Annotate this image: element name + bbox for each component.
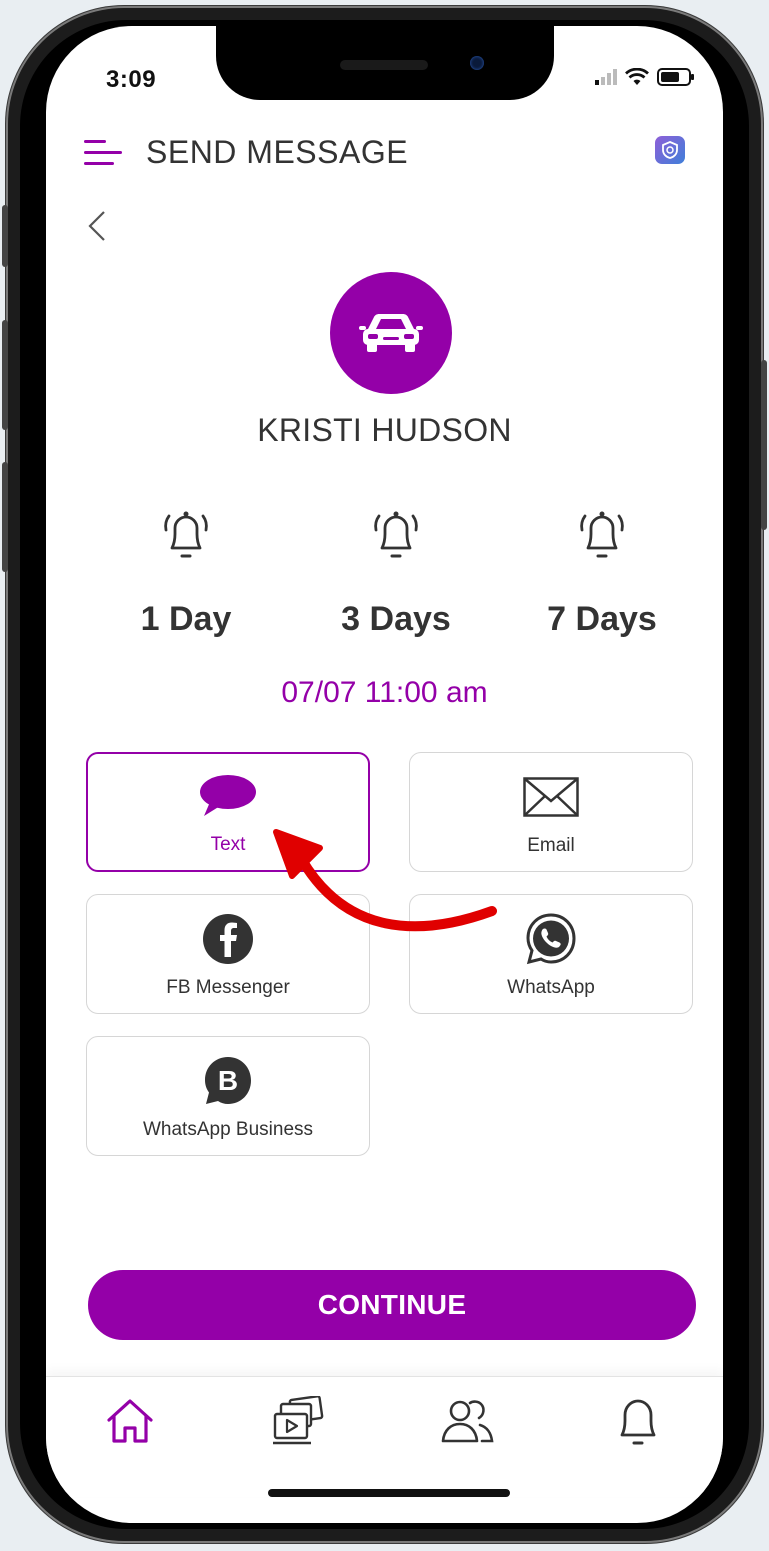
tab-contacts[interactable] xyxy=(438,1391,498,1451)
notifications-icon xyxy=(620,1399,656,1445)
signal-icon xyxy=(595,69,617,85)
notch xyxy=(216,26,554,100)
reminder-label: 7 Days xyxy=(547,600,657,638)
channel-label: Text xyxy=(210,834,246,855)
wifi-icon xyxy=(625,68,649,85)
car-icon xyxy=(359,314,423,352)
volume-down-button xyxy=(2,462,8,572)
page-title: SEND MESSAGE xyxy=(146,134,409,170)
bell-icon xyxy=(580,511,624,558)
svg-text:B: B xyxy=(218,1065,238,1096)
camera xyxy=(470,56,484,70)
facebook-icon xyxy=(203,914,253,964)
status-icons xyxy=(595,68,695,86)
reminder-label: 1 Day xyxy=(140,600,232,638)
bell-icon xyxy=(374,511,418,558)
media-icon xyxy=(273,1396,324,1445)
channel-email-option[interactable]: Email xyxy=(409,752,693,872)
tab-media[interactable] xyxy=(268,1391,328,1451)
status-time: 3:09 xyxy=(106,66,157,93)
back-chevron-icon[interactable] xyxy=(82,206,112,246)
app-header: SEND MESSAGE xyxy=(84,134,408,171)
side-button xyxy=(2,205,8,267)
bottom-tab-bar xyxy=(46,1376,723,1497)
contact-name: KRISTI HUDSON xyxy=(257,412,512,448)
battery-icon xyxy=(657,68,694,86)
menu-icon[interactable] xyxy=(84,138,124,168)
home-indicator[interactable] xyxy=(268,1489,510,1497)
app-badge-icon[interactable] xyxy=(655,136,685,164)
channel-label: WhatsApp xyxy=(507,977,595,998)
bell-icon xyxy=(164,511,208,558)
tab-home[interactable] xyxy=(100,1391,160,1451)
reminder-3-days[interactable]: 3 Days xyxy=(316,504,476,639)
volume-up-button xyxy=(2,320,8,430)
reminder-options: 1 Day 3 Days 7 Days xyxy=(106,504,686,664)
channel-label: Email xyxy=(527,835,575,856)
channel-whatsapp-business-option[interactable]: B WhatsApp Business xyxy=(86,1036,370,1156)
speaker xyxy=(340,60,428,70)
channel-label: FB Messenger xyxy=(166,977,290,998)
envelope-icon xyxy=(523,777,579,817)
tab-notifications[interactable] xyxy=(608,1391,668,1451)
contacts-icon xyxy=(441,1400,494,1443)
home-icon xyxy=(107,1399,153,1443)
channel-text-option[interactable]: Text xyxy=(86,752,370,872)
continue-button[interactable]: CONTINUE xyxy=(88,1270,696,1340)
whatsapp-icon xyxy=(526,913,576,965)
channel-whatsapp-option[interactable]: WhatsApp xyxy=(409,894,693,1014)
chat-bubble-icon xyxy=(200,775,256,816)
reminder-1-day[interactable]: 1 Day xyxy=(106,504,266,639)
phone-screen: 3:09 SEND MESSAGE KRISTI HUDSON 1 Day 3 … xyxy=(46,26,723,1523)
power-button xyxy=(761,360,767,530)
scheduled-datetime[interactable]: 07/07 11:00 am xyxy=(46,676,723,710)
whatsapp-business-icon: B xyxy=(205,1057,251,1104)
channel-fb-messenger-option[interactable]: FB Messenger xyxy=(86,894,370,1014)
reminder-label: 3 Days xyxy=(341,600,451,638)
reminder-7-days[interactable]: 7 Days xyxy=(522,504,682,639)
channel-label: WhatsApp Business xyxy=(142,1119,314,1140)
avatar xyxy=(330,272,452,394)
